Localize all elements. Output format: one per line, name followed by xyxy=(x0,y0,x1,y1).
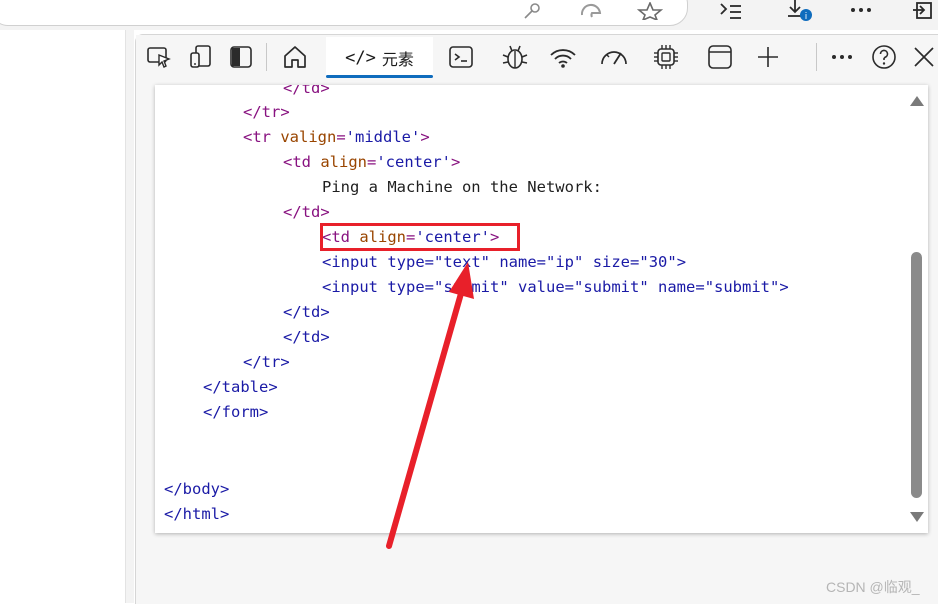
key-icon[interactable] xyxy=(518,0,544,22)
dom-line[interactable]: </td> xyxy=(283,200,330,225)
tag-text: = xyxy=(367,153,377,171)
tag-text: <input xyxy=(322,253,388,271)
tag-text: </body> xyxy=(164,480,230,498)
browser-top-bar: i xyxy=(0,0,938,30)
attr-value: "text" xyxy=(434,253,490,271)
attr-name: align xyxy=(320,153,367,171)
dom-line[interactable]: </form> xyxy=(203,400,268,425)
dom-line[interactable]: Ping a Machine on the Network: xyxy=(322,175,602,200)
tag-text: = xyxy=(336,128,346,146)
dom-line[interactable]: <input type="text" name="ip" size="30"> xyxy=(322,250,686,275)
exit-icon[interactable] xyxy=(910,0,936,22)
customize-more-icon[interactable] xyxy=(826,41,858,73)
dom-line[interactable]: </table> xyxy=(203,375,278,400)
edge-logo-icon[interactable] xyxy=(578,0,604,22)
dom-line[interactable]: </html> xyxy=(164,502,229,527)
tag-text: </td> xyxy=(283,328,330,346)
network-wifi-icon[interactable] xyxy=(547,41,579,73)
dom-line[interactable]: </td> xyxy=(283,85,330,101)
attr-name: type xyxy=(387,253,425,271)
tag-text: </tr> xyxy=(243,103,290,121)
code-brackets-icon: </> xyxy=(345,47,376,68)
attr-name: valign xyxy=(280,128,337,146)
favorite-star-icon[interactable] xyxy=(636,0,664,22)
attr-name: value xyxy=(518,278,565,296)
welcome-home-icon[interactable] xyxy=(279,41,311,73)
text-node: Ping a Machine on the Network: xyxy=(322,178,602,196)
application-window-icon[interactable] xyxy=(704,41,736,73)
tag-text: <input xyxy=(322,278,388,296)
inspect-element-icon[interactable] xyxy=(143,41,175,73)
watermark: CSDN @临观_ xyxy=(826,579,920,595)
attr-name: name xyxy=(499,253,537,271)
tag-text: > xyxy=(676,253,687,271)
tag-text: <td xyxy=(283,153,321,171)
scroll-down-arrow-icon[interactable] xyxy=(910,512,924,522)
tag-text: </td> xyxy=(283,85,330,97)
memory-chip-icon[interactable] xyxy=(650,41,682,73)
tag-text: </td> xyxy=(283,203,330,221)
performance-gauge-icon[interactable] xyxy=(598,41,630,73)
dom-line[interactable]: </td> xyxy=(283,300,330,325)
dom-line[interactable]: <input type="submit" value="submit" name… xyxy=(322,275,789,300)
collections-icon[interactable] xyxy=(716,0,744,22)
toolbar-separator xyxy=(816,43,817,71)
dom-line[interactable]: </body> xyxy=(164,477,229,502)
sources-bug-icon[interactable] xyxy=(499,41,531,73)
dom-line[interactable]: </td> xyxy=(283,325,330,350)
tag-text: </td> xyxy=(283,303,330,321)
svg-text:i: i xyxy=(805,12,808,22)
active-tab-indicator xyxy=(326,75,433,78)
attr-name: name xyxy=(658,278,696,296)
dom-line[interactable]: </tr> xyxy=(243,350,290,375)
tag-text: </form> xyxy=(203,403,269,421)
dom-line[interactable]: <td align='center'> xyxy=(283,150,460,175)
device-emulation-icon[interactable] xyxy=(185,41,217,73)
attr-value: "submit" xyxy=(704,278,780,296)
tag-text: <tr xyxy=(243,128,281,146)
attr-name: type xyxy=(387,278,425,296)
toolbar-separator xyxy=(266,43,267,71)
attr-value: "submit" xyxy=(434,278,509,296)
dock-side-icon[interactable] xyxy=(225,41,257,73)
tag-text: </html> xyxy=(164,505,230,523)
scrollbar-thumb[interactable] xyxy=(911,252,922,498)
devtools-toolbar: </> 元素 xyxy=(136,35,938,80)
tag-text: > xyxy=(779,278,789,296)
more-options-icon[interactable] xyxy=(848,0,874,22)
attr-value: 'middle' xyxy=(345,128,421,146)
close-devtools-icon[interactable] xyxy=(908,41,938,73)
divider xyxy=(126,30,134,603)
web-page-content xyxy=(0,30,126,603)
dom-line[interactable]: <tr valign='middle'> xyxy=(243,125,430,150)
tag-text: </table> xyxy=(203,378,278,396)
more-tools-plus-icon[interactable] xyxy=(752,41,784,73)
tag-text: > xyxy=(420,128,430,146)
dom-line[interactable]: </tr> xyxy=(243,100,290,125)
elements-dom-tree[interactable]: </td> </tr> <tr valign='middle'> <td ali… xyxy=(155,85,928,533)
tag-text: > xyxy=(451,153,461,171)
help-icon[interactable] xyxy=(868,41,900,73)
downloads-icon[interactable]: i xyxy=(784,0,814,22)
tag-text: </tr> xyxy=(243,353,290,371)
dom-tree-code: </td> </tr> <tr valign='middle'> <td ali… xyxy=(155,85,905,533)
attr-value: "submit" xyxy=(574,278,649,296)
attr-value: "30" xyxy=(639,253,677,271)
console-icon[interactable] xyxy=(445,41,477,73)
scroll-up-arrow-icon[interactable] xyxy=(910,96,924,106)
tab-elements[interactable]: </> 元素 xyxy=(326,37,433,78)
attr-value: "ip" xyxy=(546,253,584,271)
annotation-highlight-box xyxy=(320,223,520,251)
tab-elements-label: 元素 xyxy=(381,51,414,69)
attr-name: size xyxy=(592,253,631,271)
attr-value: 'center' xyxy=(376,153,451,171)
